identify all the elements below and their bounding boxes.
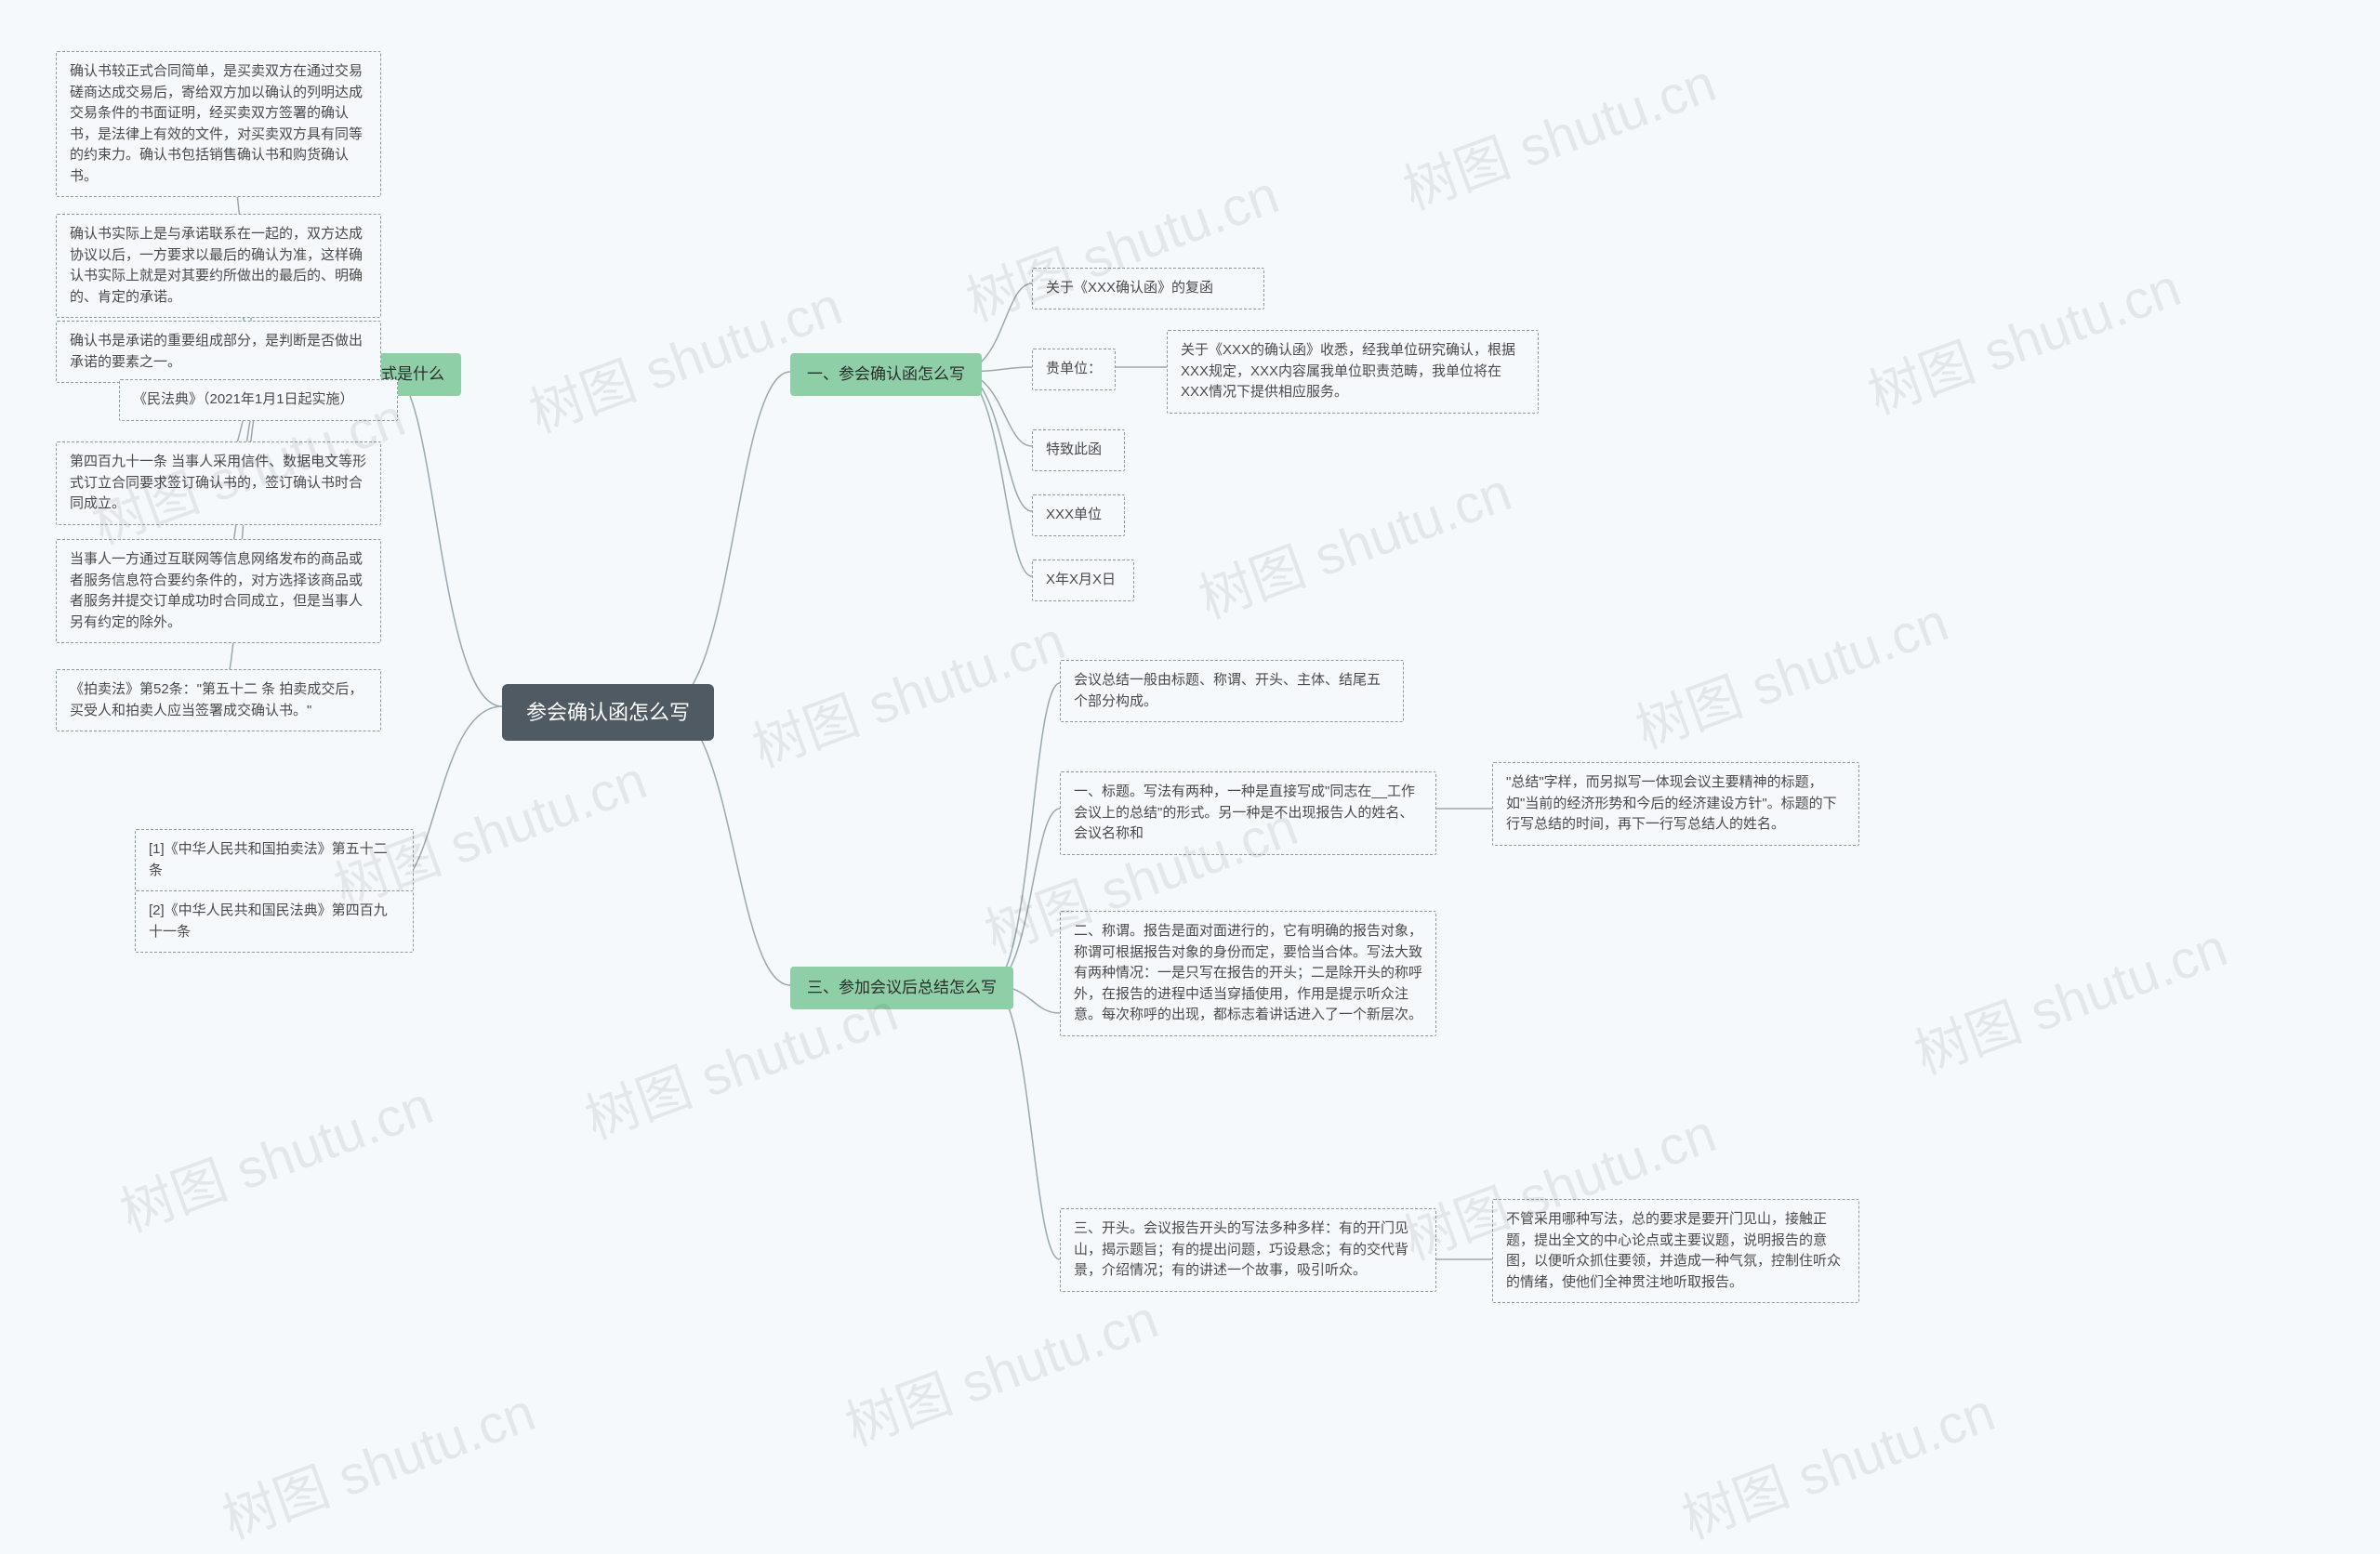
watermark: 树图 shutu.cn [210,1368,544,1553]
leaf-text: 特致此函 [1046,441,1102,457]
leaf-b2-5: 第四百九十一条 当事人采用信件、数据电文等形式订立合同要求签订确认书的，签订确认… [56,441,381,525]
leaf-b1-2: 贵单位： [1032,349,1116,390]
leaf-text: X年X月X日 [1046,572,1116,587]
branch-3-label: 三、参加会议后总结怎么写 [807,979,997,996]
leaf-text: XXX单位 [1046,507,1102,522]
leaf-text: "总结"字样，而另拟写一体现会议主要精神的标题，如"当前的经济形势和今后的经济建… [1506,774,1837,832]
leaf-b3-1: 会议总结一般由标题、称谓、开头、主体、结尾五个部分构成。 [1060,660,1404,722]
root-title: 参会确认函怎么写 [526,701,690,724]
leaf-b3-4: 三、开头。会议报告开头的写法多种多样：有的开门见山，揭示题旨；有的提出问题，巧设… [1060,1208,1436,1292]
watermark: 树图 shutu.cn [1856,244,2189,428]
leaf-b3-2a: "总结"字样，而另拟写一体现会议主要精神的标题，如"当前的经济形势和今后的经济建… [1492,762,1859,846]
leaf-b3-2: 一、标题。写法有两种，一种是直接写成"同志在__工作会议上的总结"的形式。另一种… [1060,771,1436,855]
leaf-text: 不管采用哪种写法，总的要求是要开门见山，接触正题，提出全文的中心论点或主要议题，… [1506,1211,1841,1290]
leaf-text: 会议总结一般由标题、称谓、开头、主体、结尾五个部分构成。 [1074,672,1381,709]
watermark: 树图 shutu.cn [833,1275,1167,1460]
leaf-b2-6: 当事人一方通过互联网等信息网络发布的商品或者服务信息符合要约条件的，对方选择该商… [56,539,381,643]
leaf-text: [2]《中华人民共和国民法典》第四百九十一条 [149,902,388,940]
leaf-text: 二、称谓。报告是面对面进行的，它有明确的报告对象，称谓可根据报告对象的身份而定，… [1074,923,1422,1022]
branch-1[interactable]: 一、参会确认函怎么写 [790,353,982,396]
watermark: 树图 shutu.cn [108,1061,442,1246]
leaf-text: 确认书实际上是与承诺联系在一起的，双方达成协议以后，一方要求以最后的确认为准，这… [70,226,363,305]
leaf-b3-3: 二、称谓。报告是面对面进行的，它有明确的报告对象，称谓可根据报告对象的身份而定，… [1060,911,1436,1036]
leaf-b2-4: 《民法典》（2021年1月1日起实施） [119,379,398,421]
leaf-b1-1: 关于《XXX确认函》的复函 [1032,268,1264,309]
leaf-b4-1: [1]《中华人民共和国拍卖法》第五十二条 [135,829,414,891]
watermark: 树图 shutu.cn [1623,578,1957,763]
leaf-b1-4: XXX单位 [1032,494,1125,536]
leaf-b1-3: 特致此函 [1032,429,1125,471]
leaf-b3-4a: 不管采用哪种写法，总的要求是要开门见山，接触正题，提出全文的中心论点或主要议题，… [1492,1199,1859,1303]
leaf-text: 三、开头。会议报告开头的写法多种多样：有的开门见山，揭示题旨；有的提出问题，巧设… [1074,1220,1408,1278]
leaf-b2-1: 确认书较正式合同简单，是买卖双方在通过交易磋商达成交易后，寄给双方加以确认的列明… [56,51,381,197]
leaf-text: 关于《XXX的确认函》收悉，经我单位研究确认，根据XXX规定，XXX内容属我单位… [1181,342,1515,400]
watermark: 树图 shutu.cn [1902,903,2236,1088]
leaf-text: 确认书是承诺的重要组成部分，是判断是否做出承诺的要素之一。 [70,333,363,370]
leaf-b2-3: 确认书是承诺的重要组成部分，是判断是否做出承诺的要素之一。 [56,321,381,383]
root-node[interactable]: 参会确认函怎么写 [502,684,714,741]
watermark: 树图 shutu.cn [1670,1368,2003,1553]
leaf-text: 《民法典》（2021年1月1日起实施） [133,391,354,407]
leaf-text: 当事人一方通过互联网等信息网络发布的商品或者服务信息符合要约条件的，对方选择该商… [70,551,363,630]
leaf-text: [1]《中华人民共和国拍卖法》第五十二条 [149,841,388,878]
leaf-text: 第四百九十一条 当事人采用信件、数据电文等形式订立合同要求签订确认书的，签订确认… [70,454,366,511]
leaf-b1-5: X年X月X日 [1032,560,1134,601]
leaf-text: 《拍卖法》第52条："第五十二 条 拍卖成交后，买受人和拍卖人应当签署成交确认书… [70,681,363,718]
leaf-text: 一、标题。写法有两种，一种是直接写成"同志在__工作会议上的总结"的形式。另一种… [1074,784,1415,841]
leaf-b2-7: 《拍卖法》第52条："第五十二 条 拍卖成交后，买受人和拍卖人应当签署成交确认书… [56,669,381,731]
leaf-text: 贵单位： [1046,361,1102,376]
watermark: 树图 shutu.cn [1391,39,1725,224]
branch-1-label: 一、参会确认函怎么写 [807,365,965,383]
watermark: 树图 shutu.cn [740,597,1074,782]
leaf-text: 确认书较正式合同简单，是买卖双方在通过交易磋商达成交易后，寄给双方加以确认的列明… [70,63,363,184]
leaf-b2-2: 确认书实际上是与承诺联系在一起的，双方达成协议以后，一方要求以最后的确认为准，这… [56,214,381,318]
leaf-b4-2: [2]《中华人民共和国民法典》第四百九十一条 [135,890,414,953]
watermark: 树图 shutu.cn [1186,448,1520,633]
leaf-b1-2a: 关于《XXX的确认函》收悉，经我单位研究确认，根据XXX规定，XXX内容属我单位… [1167,330,1539,414]
leaf-text: 关于《XXX确认函》的复函 [1046,280,1213,296]
branch-3[interactable]: 三、参加会议后总结怎么写 [790,967,1013,1009]
